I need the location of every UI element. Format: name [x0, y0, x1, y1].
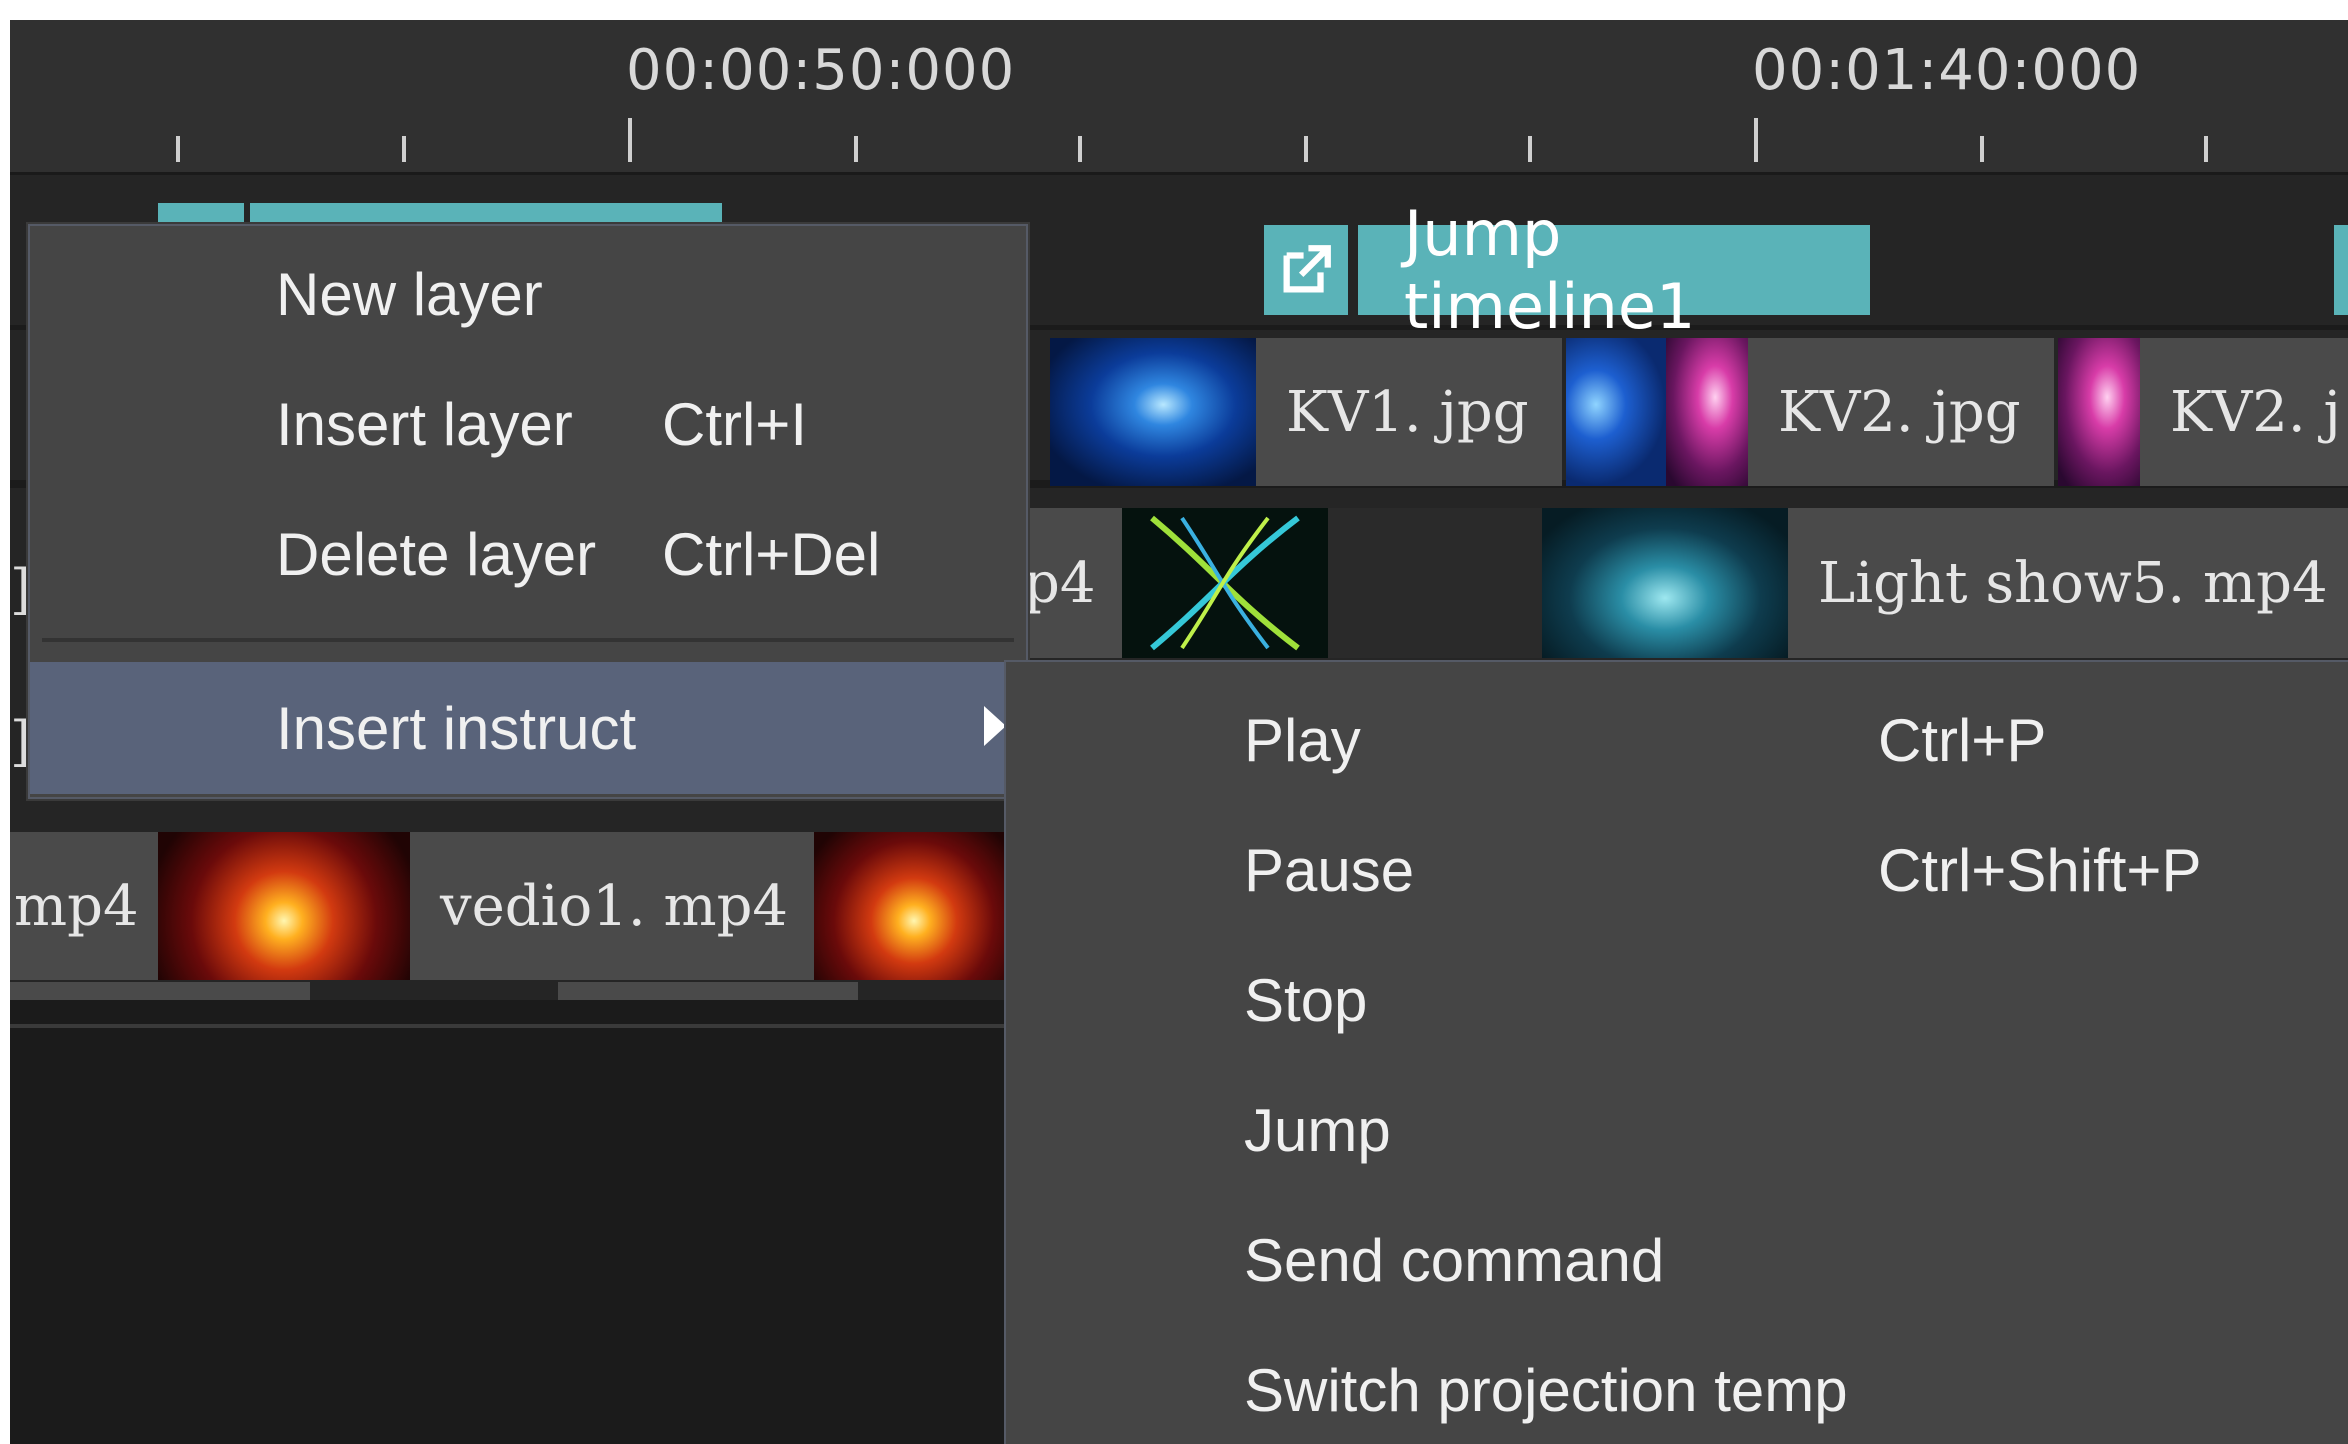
- clip-thumbnail[interactable]: [1566, 338, 1666, 486]
- submenu-item-label: Switch projection temp: [1244, 1357, 1848, 1424]
- menu-item-label: New layer: [276, 261, 543, 328]
- submenu-item-shortcut: Ctrl+Shift+P: [1878, 837, 2202, 904]
- clip-thumbnail[interactable]: [158, 832, 410, 980]
- ruler-tick: [176, 136, 180, 162]
- light-x-graphic: [1150, 515, 1300, 651]
- clip-name: Light show5. mp4: [1818, 550, 2328, 616]
- clip-progress-strip: [558, 982, 858, 1000]
- menu-item-shortcut: Ctrl+I: [662, 391, 808, 458]
- clip-kv2[interactable]: KV2. jpg: [1748, 338, 2054, 486]
- clip-gap: [1328, 508, 1548, 658]
- ruler-label-50s: 00:00:50:000: [626, 38, 1016, 103]
- clip-light-show5[interactable]: Light show5. mp4: [1788, 508, 2348, 658]
- submenu-item-label: Stop: [1244, 967, 1368, 1034]
- clip-thumbnail[interactable]: [814, 832, 1014, 980]
- clip-name: KV2. j: [2170, 379, 2341, 445]
- ruler-tick: [402, 136, 406, 162]
- ruler-tick: [1304, 136, 1308, 162]
- submenu-item-label: Play: [1244, 707, 1361, 774]
- menu-item-delete-layer[interactable]: Delete layer Ctrl+Del: [30, 492, 1026, 616]
- menu-separator: [42, 638, 1014, 642]
- submenu-item-shortcut: Ctrl+P: [1878, 707, 2047, 774]
- submenu-item-play[interactable]: Play Ctrl+P: [1006, 676, 2348, 806]
- instruction-clip-edge[interactable]: [2334, 225, 2348, 315]
- clip-thumbnail[interactable]: [2058, 338, 2140, 486]
- clip-name: vedio1. mp4: [440, 873, 789, 939]
- clip-kv2-partial[interactable]: KV2. j: [2140, 338, 2348, 486]
- ruler-tick: [628, 118, 632, 162]
- clip-name: KV1. jpg: [1286, 379, 1529, 445]
- menu-item-shortcut: Ctrl+Del: [662, 521, 881, 588]
- external-link-icon[interactable]: [1264, 225, 1348, 315]
- submenu-item-pause[interactable]: Pause Ctrl+Shift+P: [1006, 806, 2348, 936]
- submenu-item-label: Send command: [1244, 1227, 1665, 1294]
- timeline-editor: 00:00:50:000 00:01:40:000 Jump timeline1: [10, 20, 2348, 1444]
- clip-thumbnail[interactable]: [1122, 508, 1328, 658]
- menu-item-label: Delete layer: [276, 521, 597, 588]
- ruler-label-1m40s: 00:01:40:000: [1752, 38, 2142, 103]
- clip-partial-mp4[interactable]: p4: [1014, 508, 1128, 658]
- menu-item-new-layer[interactable]: New layer: [30, 232, 1026, 356]
- clip-partial-mp4[interactable]: mp4: [10, 832, 158, 980]
- ruler-tick: [2204, 136, 2208, 162]
- submenu-item-send-command[interactable]: Send command: [1006, 1196, 2348, 1326]
- clip-thumbnail[interactable]: [1666, 338, 1748, 486]
- menu-item-insert-instruct[interactable]: Insert instruct: [30, 662, 1026, 794]
- time-ruler[interactable]: 00:00:50:000 00:01:40:000: [10, 20, 2348, 175]
- clip-thumbnail[interactable]: [1542, 508, 1788, 658]
- ruler-tick: [1980, 136, 1984, 162]
- clip-name: mp4: [14, 873, 139, 939]
- external-link-icon-glyph: [1283, 245, 1331, 293]
- submenu-item-switch-projection-temp[interactable]: Switch projection temp: [1006, 1326, 2348, 1444]
- submenu-item-stop[interactable]: Stop: [1006, 936, 2348, 1066]
- jump-timeline-clip[interactable]: Jump timeline1: [1358, 197, 1870, 343]
- clip-progress-strip: [10, 982, 310, 1000]
- clip-vedio1[interactable]: vedio1. mp4: [410, 832, 814, 980]
- clip-name: KV2. jpg: [1778, 379, 2021, 445]
- submenu-item-label: Pause: [1244, 837, 1415, 904]
- insert-instruct-submenu: Play Ctrl+P Pause Ctrl+Shift+P Stop Jump…: [1004, 660, 2348, 1444]
- ruler-tick: [1078, 136, 1082, 162]
- ruler-tick: [1754, 118, 1758, 162]
- ruler-tick: [1528, 136, 1532, 162]
- ruler-tick: [854, 136, 858, 162]
- menu-item-label: Insert instruct: [276, 695, 637, 762]
- clip-name: p4: [1024, 550, 1096, 616]
- menu-item-insert-layer[interactable]: Insert layer Ctrl+I: [30, 362, 1026, 486]
- jump-timeline-label: Jump timeline1: [1404, 197, 1696, 343]
- clip-kv1[interactable]: KV1. jpg: [1256, 338, 1562, 486]
- submenu-item-label: Jump: [1244, 1097, 1391, 1164]
- layer-context-menu: New layer Insert layer Ctrl+I Delete lay…: [28, 224, 1028, 799]
- submenu-item-jump[interactable]: Jump: [1006, 1066, 2348, 1196]
- clip-thumbnail[interactable]: [1050, 338, 1256, 486]
- submenu-arrow-icon: [984, 706, 1006, 746]
- menu-item-label: Insert layer: [276, 391, 573, 458]
